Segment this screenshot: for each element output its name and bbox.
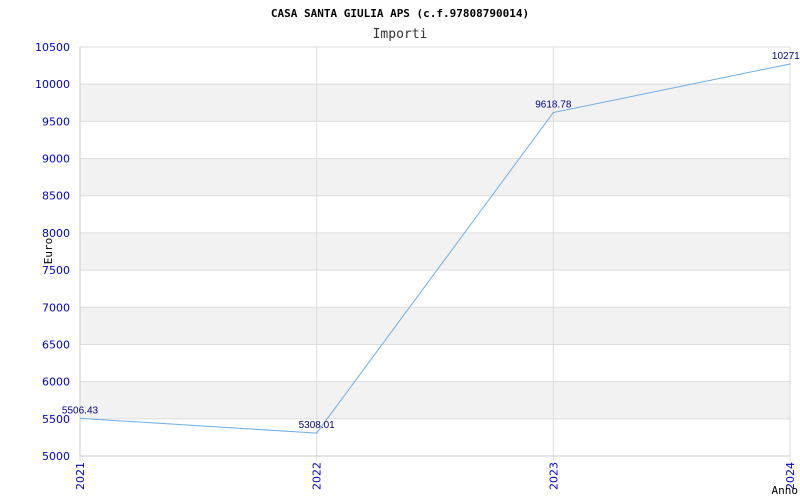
plot-band xyxy=(80,232,790,271)
plot-band xyxy=(80,84,790,122)
x-tick-label: 2022 xyxy=(311,462,324,490)
x-tick-label: 2021 xyxy=(74,462,87,490)
plot-band xyxy=(80,158,790,196)
data-label: 10271.4 xyxy=(772,51,800,62)
data-label: 5308.01 xyxy=(299,420,336,431)
y-tick-label: 5000 xyxy=(42,450,70,463)
data-label: 9618.78 xyxy=(535,100,572,111)
plot-band xyxy=(80,381,790,419)
x-axis-label: Anno xyxy=(772,484,799,497)
chart-subtitle: Importi xyxy=(373,27,428,42)
y-tick-label: 6500 xyxy=(42,338,70,351)
data-point xyxy=(789,63,791,65)
y-tick-label: 10000 xyxy=(35,78,70,91)
x-axis-ticks: 2021 2022 2023 2024 xyxy=(74,462,797,490)
y-tick-label: 8500 xyxy=(42,190,70,203)
plot-band xyxy=(80,307,790,345)
y-tick-label: 10500 xyxy=(35,41,70,54)
data-label: 5506.43 xyxy=(62,405,99,416)
y-tick-label: 7000 xyxy=(42,301,70,314)
y-tick-label: 7500 xyxy=(42,264,70,277)
chart-title: CASA SANTA GIULIA APS (c.f.97808790014) xyxy=(271,7,529,20)
plot-background-bands xyxy=(80,84,790,419)
y-tick-label: 9500 xyxy=(42,115,70,128)
y-tick-label: 9000 xyxy=(42,153,70,166)
x-tick-label: 2023 xyxy=(547,462,560,490)
line-chart: CASA SANTA GIULIA APS (c.f.97808790014) … xyxy=(35,7,800,497)
y-tick-label: 6000 xyxy=(42,376,70,389)
data-point xyxy=(79,417,81,419)
y-axis-label: Euro xyxy=(42,238,55,265)
data-point xyxy=(316,432,318,434)
data-point xyxy=(552,112,554,114)
